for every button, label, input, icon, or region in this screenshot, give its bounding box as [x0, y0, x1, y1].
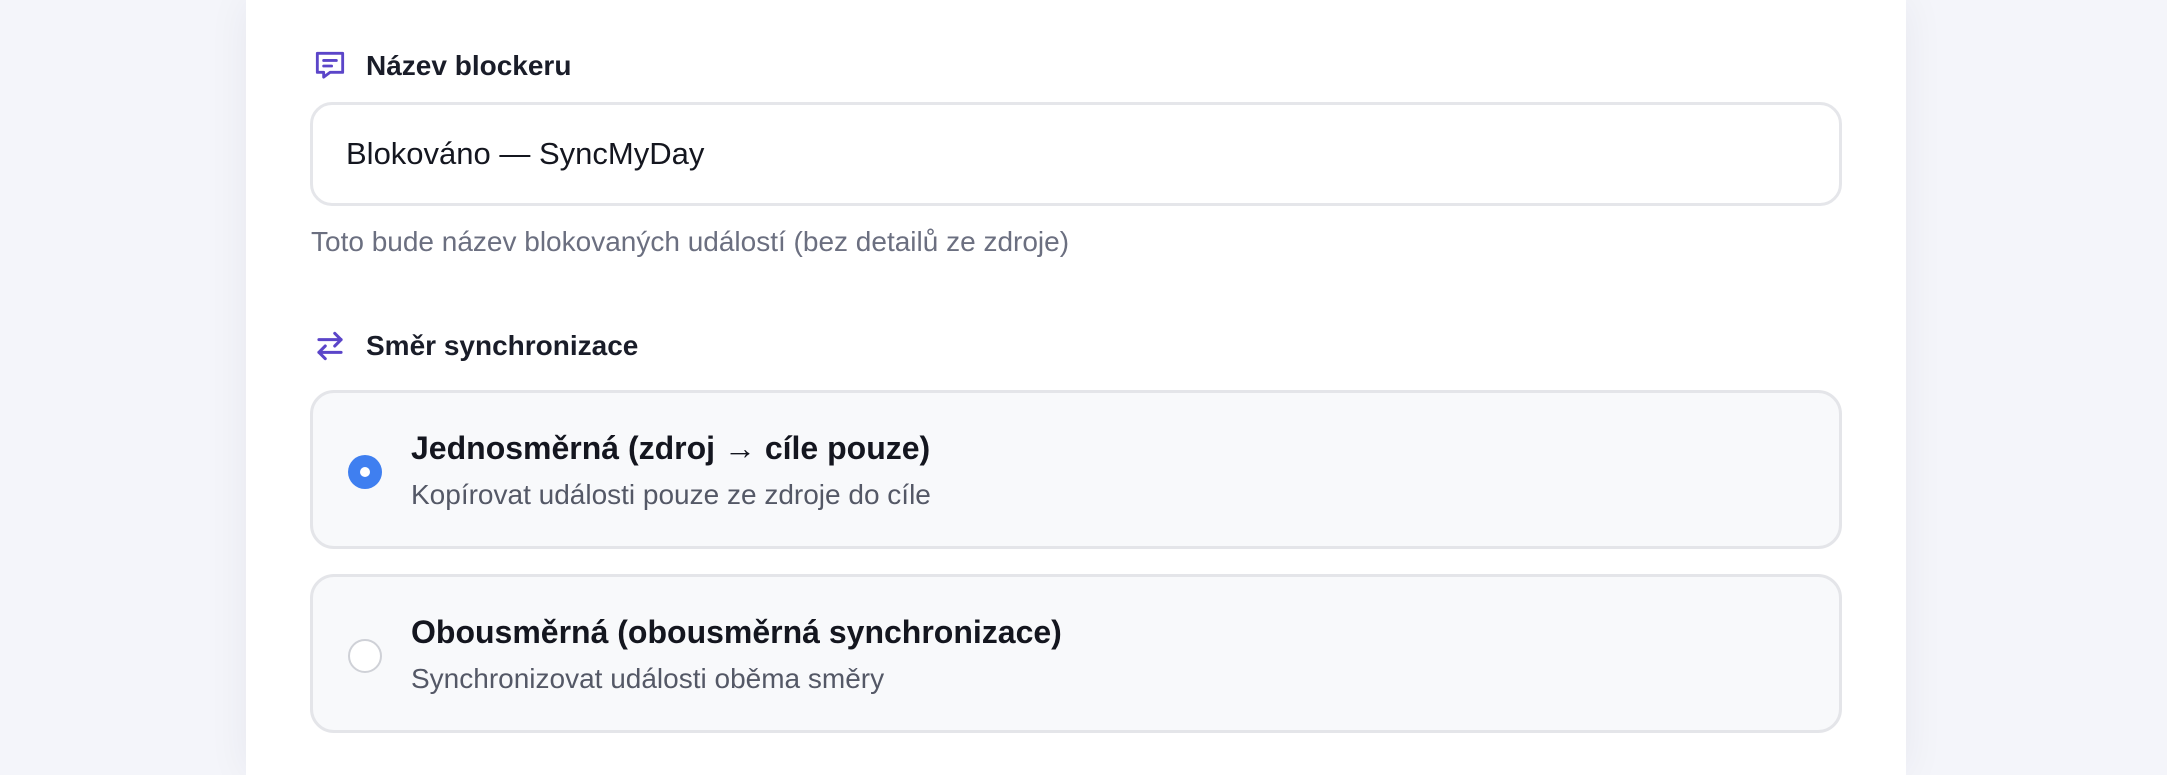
blocker-name-helper: Toto bude název blokovaných událostí (be…	[311, 226, 1070, 257]
sync-direction-label: Směr synchronizace	[310, 326, 638, 366]
radio-one-way[interactable]	[348, 455, 382, 489]
radio-two-way[interactable]	[348, 639, 382, 673]
sync-option-two-way-description: Synchronizovat události oběma směry	[411, 663, 885, 694]
sync-option-two-way-title: Obousměrná (obousměrná synchronizace)	[411, 614, 1062, 650]
sync-option-two-way[interactable]: Obousměrná (obousměrná synchronizace) Sy…	[310, 574, 1842, 733]
blocker-name-label-text: Název blockeru	[366, 50, 572, 81]
arrows-swap-icon	[310, 326, 350, 366]
blocker-name-input[interactable]	[310, 102, 1842, 206]
sync-option-one-way-title: Jednosměrná (zdroj → cíle pouze)	[411, 430, 931, 466]
sync-option-one-way-description: Kopírovat události pouze ze zdroje do cí…	[411, 479, 931, 510]
sync-option-one-way[interactable]: Jednosměrná (zdroj → cíle pouze) Kopírov…	[310, 390, 1842, 549]
blocker-name-label: Název blockeru	[310, 46, 571, 86]
message-icon	[310, 46, 350, 86]
sync-direction-label-text: Směr synchronizace	[366, 330, 639, 361]
